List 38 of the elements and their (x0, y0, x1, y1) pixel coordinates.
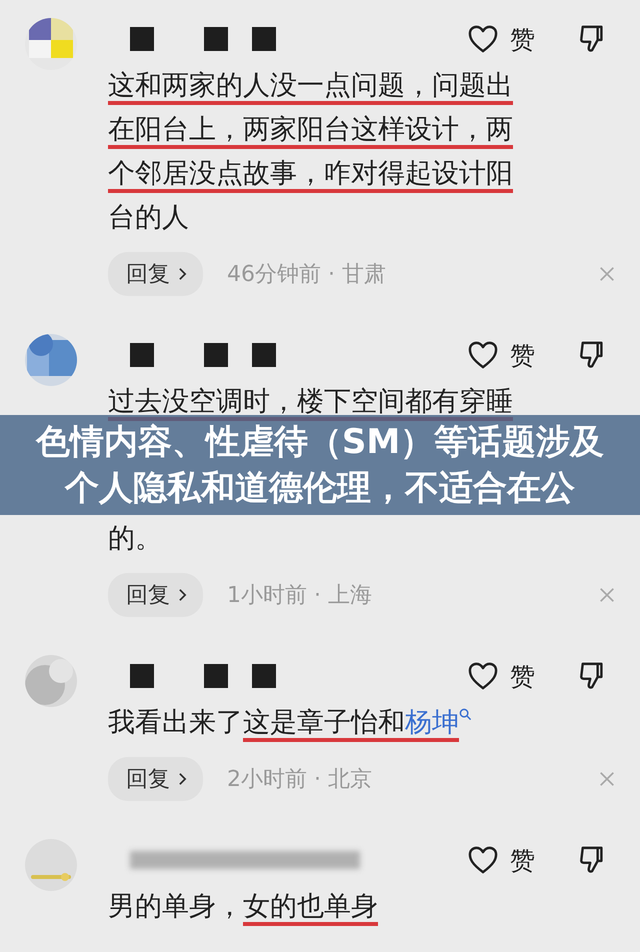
redaction-mark (130, 664, 154, 688)
comment-text: 个邻居没点故事，咋对得起设计阳 (108, 157, 513, 191)
comment-text: 的。 (108, 522, 162, 556)
comment-meta: 46分钟前 · 甘肃 (227, 261, 387, 289)
like-label[interactable]: 赞 (510, 22, 535, 56)
comment-text: 这和两家的人没一点问题，问题出 (108, 69, 513, 103)
redaction-mark (204, 664, 228, 688)
comment-text: 在阳台上，两家阳台这样设计，两 (108, 113, 513, 147)
chevron-icon (178, 772, 187, 786)
reply-button[interactable]: 回复 (108, 757, 203, 801)
reply-button[interactable]: 回复 (108, 573, 203, 617)
comment-text: 我看出来了 (108, 706, 243, 740)
redaction-mark (252, 664, 276, 688)
heart-icon[interactable] (468, 662, 498, 690)
redaction-mark (130, 343, 154, 367)
like-label[interactable]: 赞 (510, 660, 535, 692)
heart-icon[interactable] (468, 846, 498, 874)
search-icon[interactable] (459, 708, 472, 721)
comment-text: 男的单身， (108, 890, 243, 924)
chevron-icon (178, 267, 187, 281)
reply-button[interactable]: 回复 (108, 252, 203, 296)
caption-banner: 色情内容、性虐待（SM）等话题涉及个人隐私和道德伦理，不适合在公 (0, 415, 640, 515)
redaction-mark (204, 27, 228, 51)
comment-text: 这是章子怡和 (243, 706, 405, 740)
comment-meta: 1小时前 · 上海 (227, 582, 373, 610)
search-link[interactable]: 杨坤 (405, 701, 459, 745)
comment-meta: 2小时前 · 北京 (227, 766, 373, 794)
redaction-mark (204, 343, 228, 367)
redaction-mark (252, 27, 276, 51)
like-label[interactable]: 赞 (510, 338, 535, 372)
heart-icon[interactable] (468, 25, 498, 53)
heart-icon[interactable] (468, 341, 498, 369)
like-label[interactable]: 赞 (510, 844, 535, 876)
comment-text: 台的人 (108, 201, 189, 235)
chevron-icon (178, 588, 187, 602)
comment-text: 女的也单身 (243, 890, 378, 924)
redaction-mark (130, 27, 154, 51)
redaction-mark (252, 343, 276, 367)
